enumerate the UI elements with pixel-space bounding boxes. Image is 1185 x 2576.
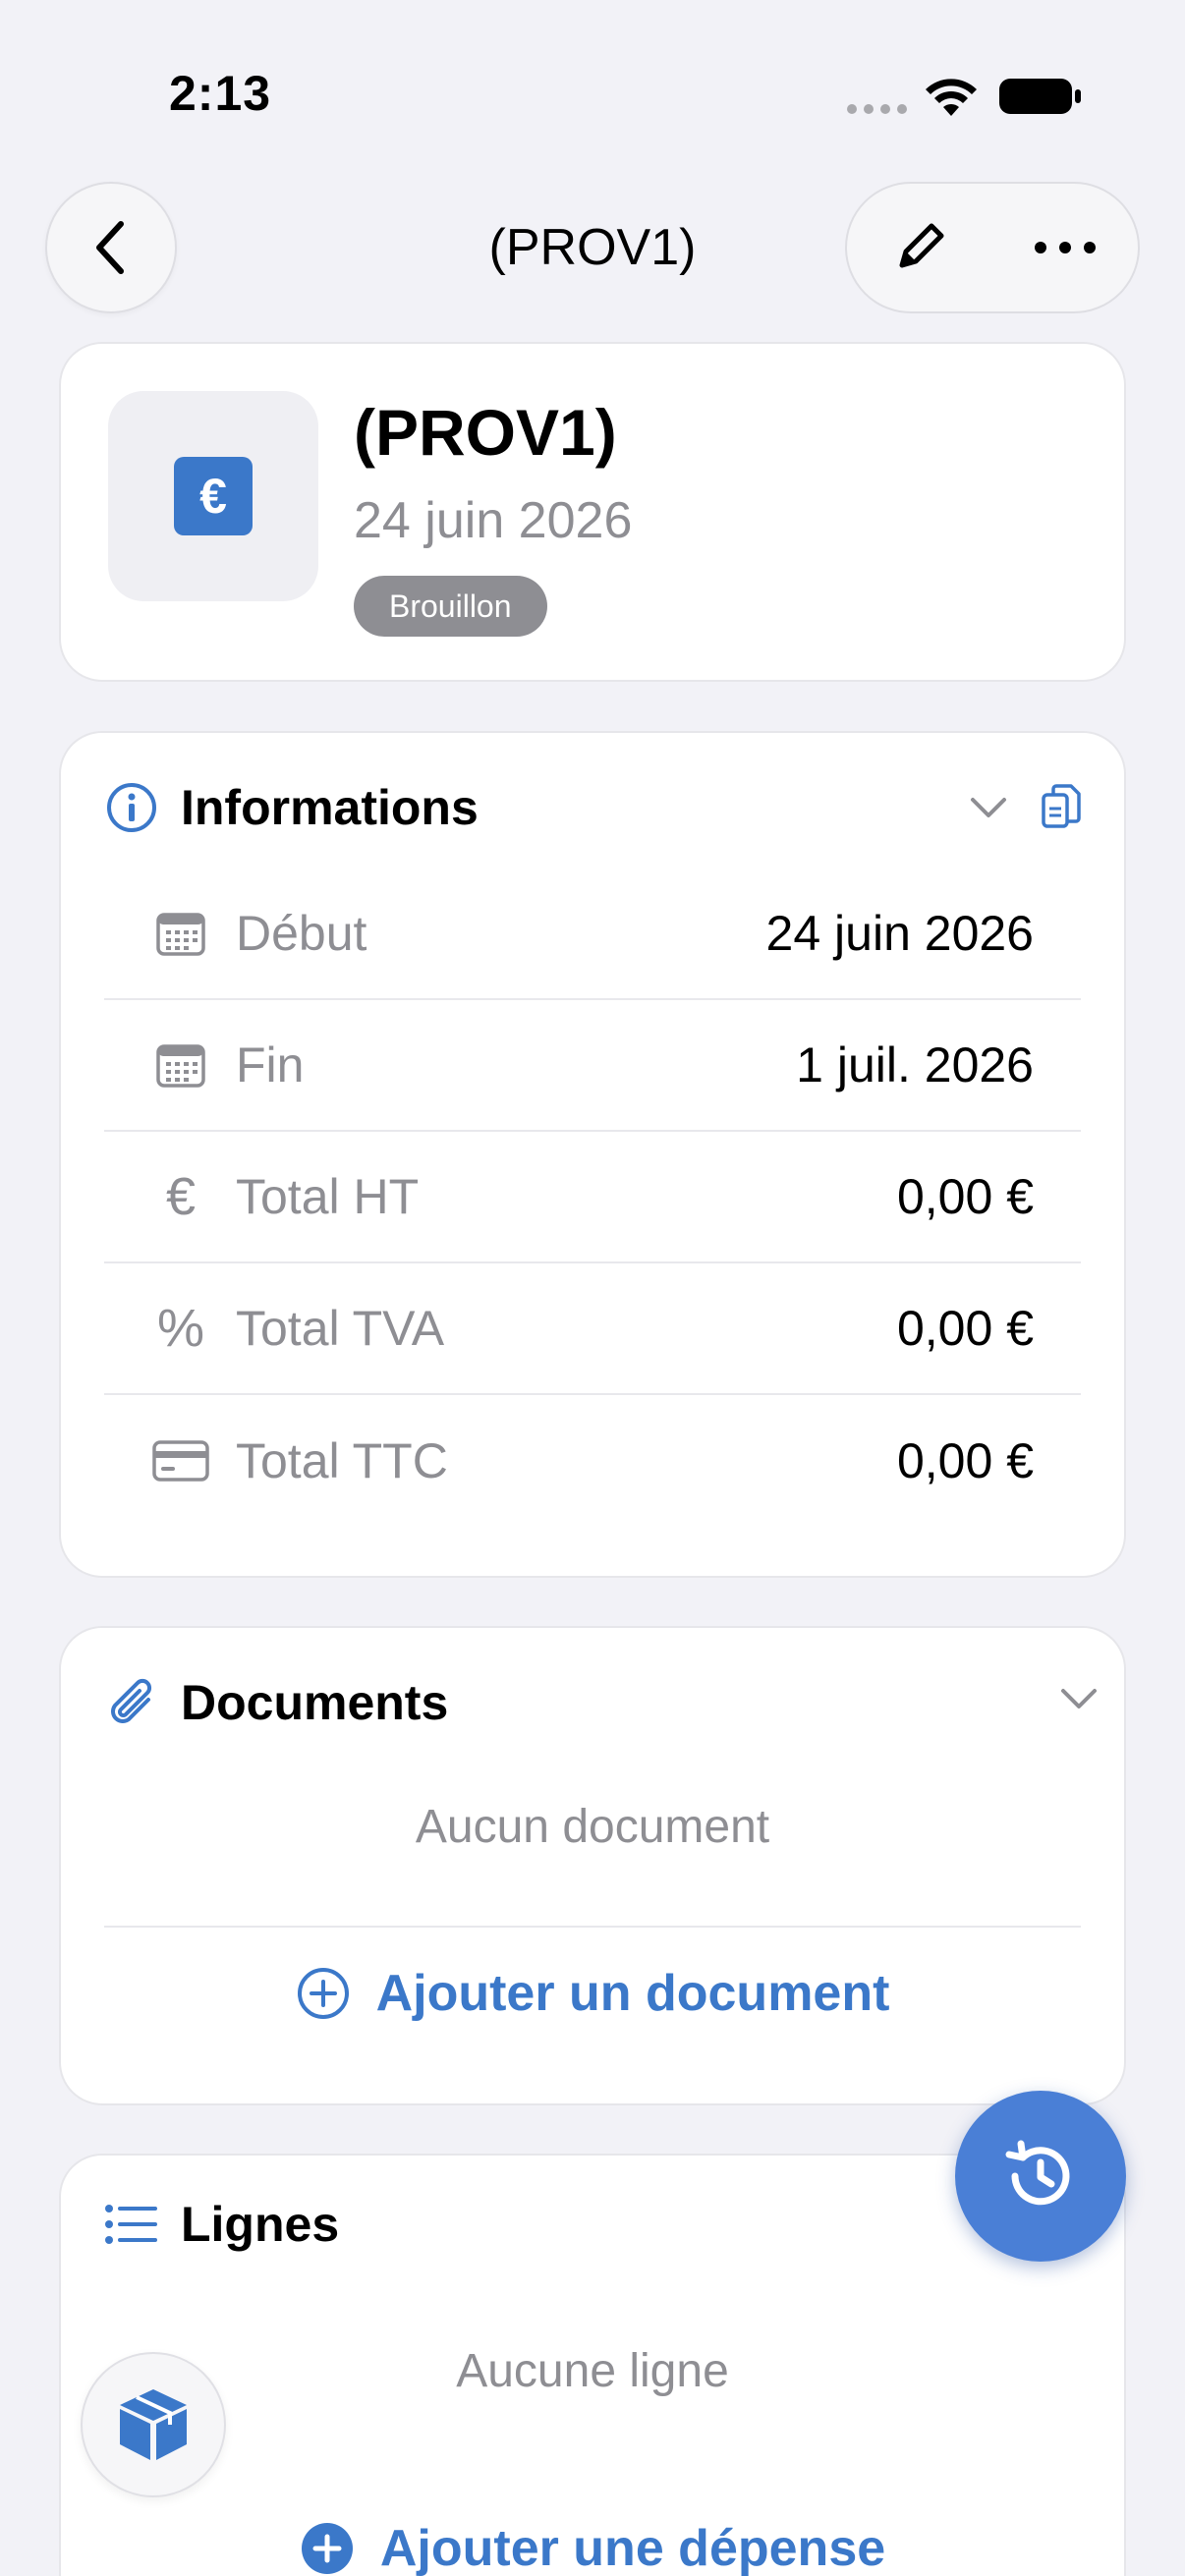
- status-time: 2:13: [169, 66, 272, 121]
- more-button[interactable]: [992, 182, 1138, 313]
- chevron-down-icon[interactable]: [1057, 1677, 1100, 1720]
- euro-icon: €: [165, 1167, 197, 1226]
- signal-dots-icon: [847, 104, 907, 114]
- copy-documents-icon[interactable]: [1036, 782, 1087, 833]
- informations-card: Informations Début 24 juin 2026 Fin 1 ju…: [59, 731, 1126, 1578]
- paperclip-icon: [104, 1675, 159, 1730]
- history-button[interactable]: [955, 2091, 1126, 2262]
- chevron-down-icon[interactable]: [967, 786, 1010, 829]
- documents-empty-text: Aucun document: [415, 1801, 770, 1853]
- info-row-total-ht: € Total HT 0,00 €: [104, 1132, 1081, 1263]
- credit-card-icon: [145, 1439, 216, 1483]
- header-title: (PROV1): [354, 396, 617, 469]
- history-icon: [1005, 2140, 1070, 2206]
- informations-title: Informations: [181, 780, 479, 835]
- lignes-title: Lignes: [181, 2197, 340, 2252]
- plus-circle-icon: [296, 1966, 351, 2021]
- products-button[interactable]: [81, 2352, 226, 2497]
- battery-icon: [999, 79, 1081, 114]
- divider: [104, 1926, 1081, 1928]
- documents-card: Documents Aucun document Ajouter un docu…: [59, 1626, 1126, 2105]
- nav-actions-group: [845, 182, 1140, 313]
- lignes-header[interactable]: Lignes: [104, 2189, 1081, 2260]
- calendar-icon: [145, 910, 216, 957]
- plus-circle-icon: [300, 2521, 355, 2576]
- cube-box-icon: [120, 2389, 187, 2460]
- add-document-label: Ajouter un document: [375, 1965, 890, 2022]
- wifi-icon: [926, 79, 977, 116]
- percent-icon: %: [156, 1299, 204, 1358]
- edit-button[interactable]: [847, 182, 992, 313]
- ellipsis-icon: [1035, 242, 1096, 253]
- info-label: Total TTC: [236, 1433, 448, 1488]
- add-document-button[interactable]: Ajouter un document: [61, 1944, 1124, 2043]
- info-row-fin: Fin 1 juil. 2026: [104, 1000, 1081, 1132]
- info-value: 24 juin 2026: [765, 906, 1034, 961]
- informations-list: Début 24 juin 2026 Fin 1 juil. 2026 € To…: [104, 868, 1081, 1527]
- list-icon: [104, 2197, 159, 2252]
- info-label: Fin: [236, 1037, 305, 1092]
- info-value: 0,00 €: [896, 1169, 1034, 1224]
- header-date: 24 juin 2026: [354, 492, 633, 549]
- add-expense-button[interactable]: Ajouter une dépense: [61, 2499, 1124, 2576]
- euro-icon: €: [174, 457, 253, 535]
- lignes-empty-text: Aucune ligne: [456, 2345, 729, 2397]
- info-row-debut: Début 24 juin 2026: [104, 868, 1081, 1000]
- calendar-icon: [145, 1041, 216, 1089]
- info-label: Début: [236, 906, 367, 961]
- info-row-total-tva: % Total TVA 0,00 €: [104, 1263, 1081, 1395]
- info-value: 0,00 €: [896, 1301, 1034, 1356]
- info-label: Total TVA: [236, 1301, 445, 1356]
- info-circle-icon: [104, 780, 159, 835]
- info-row-total-ttc: Total TTC 0,00 €: [104, 1395, 1081, 1527]
- header-card: € (PROV1) 24 juin 2026 Brouillon: [59, 342, 1126, 682]
- documents-header[interactable]: Documents: [104, 1667, 1081, 1738]
- document-type-tile: €: [108, 391, 318, 601]
- info-value: 1 juil. 2026: [796, 1037, 1034, 1092]
- add-expense-label: Ajouter une dépense: [379, 2520, 886, 2576]
- status-badge: Brouillon: [354, 576, 547, 637]
- pencil-icon: [899, 223, 944, 268]
- info-label: Total HT: [236, 1169, 420, 1224]
- status-bar: 2:13: [0, 0, 1185, 196]
- info-value: 0,00 €: [896, 1433, 1034, 1488]
- informations-header[interactable]: Informations: [104, 772, 1081, 843]
- documents-title: Documents: [181, 1675, 449, 1730]
